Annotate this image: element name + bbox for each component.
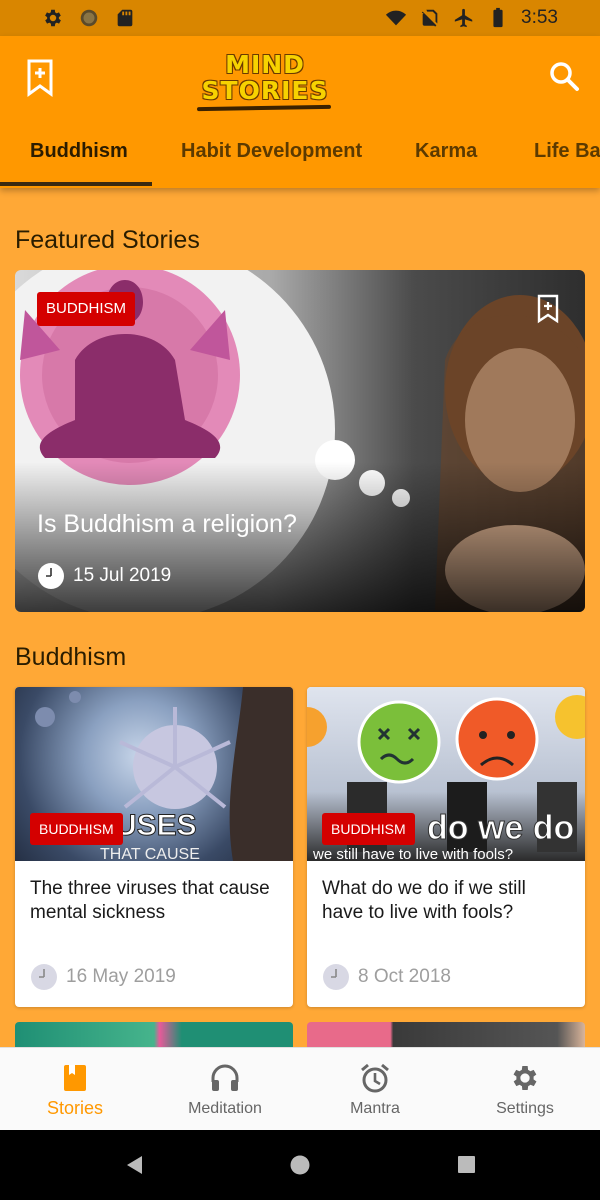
svg-text:we still have to live with foo: we still have to live with fools? [312, 846, 513, 861]
nav-mantra[interactable]: Mantra [300, 1048, 450, 1131]
featured-date-text: 15 Jul 2019 [73, 565, 172, 586]
story-title: The three viruses that cause mental sick… [30, 878, 270, 923]
category-badge: BUDDHISM [30, 813, 123, 845]
sd-card-icon [117, 9, 133, 27]
svg-text:THAT CAUSE: THAT CAUSE [100, 846, 200, 861]
clock-icon [323, 964, 349, 990]
story-date: 8 Oct 2018 [322, 963, 451, 991]
story-title: What do we do if we still have to live w… [322, 878, 526, 923]
clock-icon [31, 964, 57, 990]
bottom-navigation: Stories Meditation Mantra Settings [0, 1047, 600, 1130]
back-icon[interactable] [124, 1154, 146, 1176]
home-icon[interactable] [289, 1154, 311, 1176]
nav-stories[interactable]: Stories [0, 1048, 150, 1131]
settings-gear-icon [45, 9, 61, 27]
recents-icon[interactable] [456, 1154, 478, 1176]
book-icon [64, 1065, 86, 1091]
nav-settings[interactable]: Settings [450, 1048, 600, 1131]
gear-icon [513, 1066, 537, 1090]
mind-stories-logo: MIND STORIES [195, 52, 335, 112]
wifi-icon [385, 10, 407, 26]
category-tabs: Buddhism Habit Development Karma Life Ba… [0, 120, 600, 188]
featured-bookmark-icon[interactable] [537, 294, 559, 324]
tab-habit-development[interactable]: Habit Development [181, 120, 362, 186]
clock-icon [38, 563, 64, 589]
featured-story-card[interactable]: BUDDHISM Is Buddhism a religion? 15 Jul … [15, 270, 585, 612]
battery-icon [493, 7, 503, 28]
featured-story-title: Is Buddhism a religion? [37, 510, 297, 538]
no-sim-icon [421, 9, 438, 27]
story-card[interactable]: do we do we still have to live with fool… [307, 687, 585, 1007]
system-navigation-bar [0, 1130, 600, 1200]
buddhism-section-title: Buddhism [15, 643, 127, 671]
clock-time: 3:53 [521, 7, 558, 28]
category-badge: BUDDHISM [322, 813, 415, 845]
svg-text:do we do: do we do [427, 809, 574, 847]
alarm-clock-icon [361, 1063, 389, 1093]
headphones-icon [211, 1064, 239, 1091]
featured-section-title: Featured Stories [15, 226, 200, 254]
airplane-mode-icon [454, 8, 473, 28]
story-card[interactable]: IRUSES THAT CAUSE BUDDHISM The three vir… [15, 687, 293, 1007]
tab-life-balance[interactable]: Life Bal [534, 120, 600, 186]
bookmarks-icon[interactable] [26, 58, 54, 98]
featured-story-date: 15 Jul 2019 [37, 562, 171, 590]
active-tab-indicator [0, 182, 152, 186]
search-icon[interactable] [548, 60, 580, 92]
featured-category-badge: BUDDHISM [37, 292, 136, 326]
tab-buddhism[interactable]: Buddhism [30, 120, 128, 186]
tab-karma[interactable]: Karma [415, 120, 477, 186]
story-date: 16 May 2019 [30, 963, 176, 991]
status-bar: 3:53 [0, 0, 600, 36]
app-bar: MIND STORIES Buddhism Habit Development … [0, 36, 600, 188]
app-notification-icon [80, 9, 98, 27]
nav-meditation[interactable]: Meditation [150, 1048, 300, 1131]
